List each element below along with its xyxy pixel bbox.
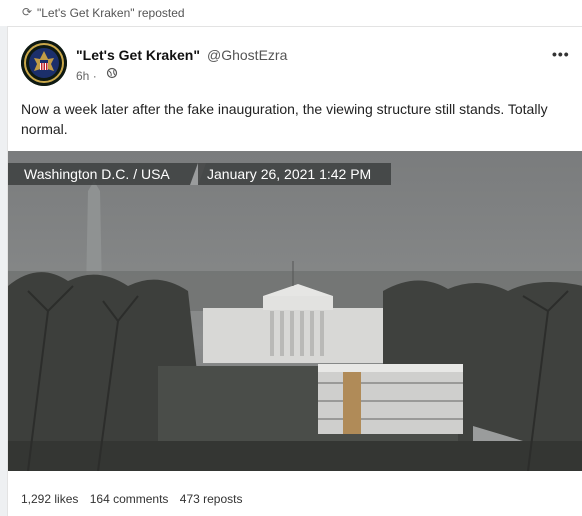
image-location-label: Washington D.C. / USA (24, 166, 170, 182)
meta-separator: · (92, 69, 97, 83)
post-image[interactable]: Washington D.C. / USA January 26, 2021 1… (8, 151, 582, 471)
repost-text[interactable]: "Let's Get Kraken" reposted (37, 6, 185, 20)
globe-icon (106, 67, 118, 82)
likes-count[interactable]: 1,292 likes (21, 492, 78, 506)
author-name[interactable]: "Let's Get Kraken" (76, 47, 200, 63)
post-stats: 1,292 likes 164 comments 473 reposts (21, 492, 250, 506)
seal-image (21, 40, 67, 86)
post-card: "Let's Get Kraken" @GhostEzra 6h · ••• N… (7, 26, 582, 516)
avatar[interactable] (21, 40, 67, 86)
repost-header: ⟳ "Let's Get Kraken" reposted (0, 0, 582, 26)
reposts-count[interactable]: 473 reposts (180, 492, 243, 506)
repost-icon: ⟳ (22, 5, 33, 19)
more-options-button[interactable]: ••• (552, 46, 570, 62)
post-time: 6h · (76, 69, 97, 83)
comments-count[interactable]: 164 comments (90, 492, 169, 506)
post-time-value[interactable]: 6h (76, 69, 89, 83)
image-date-label: January 26, 2021 1:42 PM (207, 166, 371, 182)
author-handle[interactable]: @GhostEzra (207, 47, 287, 63)
post-text: Now a week later after the fake inaugura… (21, 101, 548, 137)
white-house-photo: Washington D.C. / USA January 26, 2021 1… (8, 151, 582, 471)
